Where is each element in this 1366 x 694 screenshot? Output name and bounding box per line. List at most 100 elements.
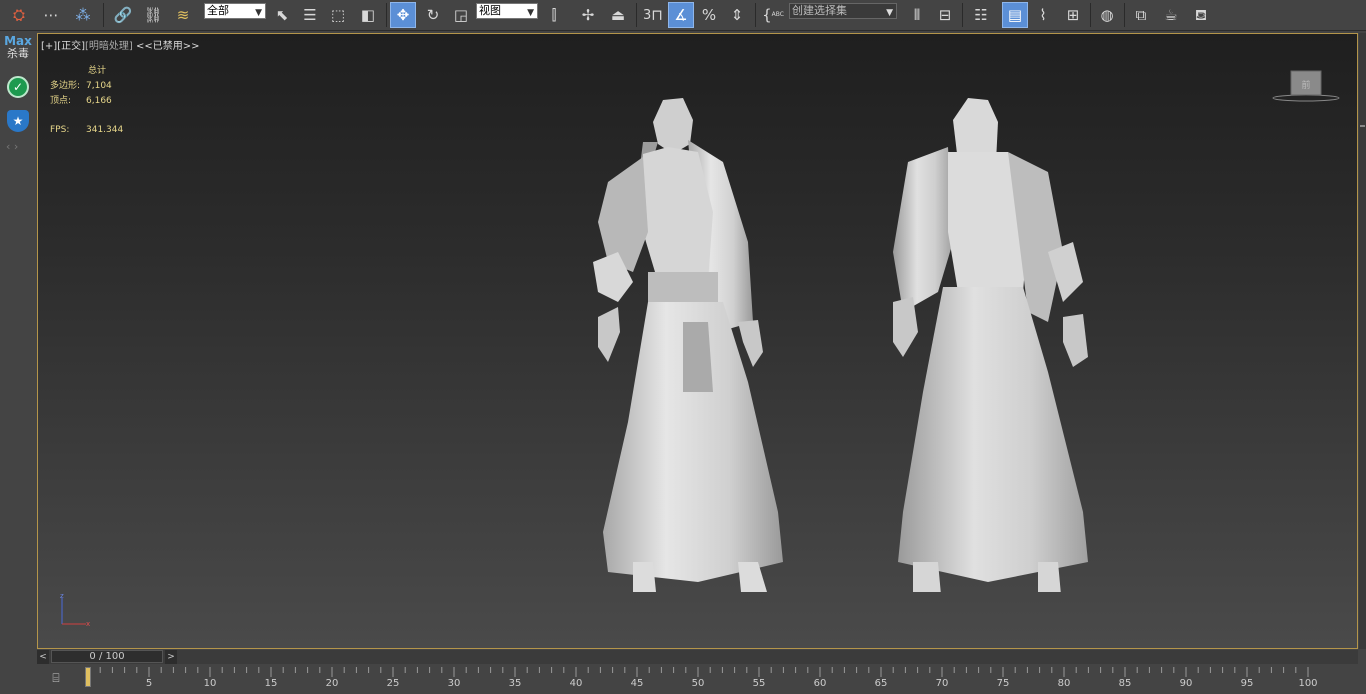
polys-label: 多边形: xyxy=(50,81,81,91)
verts-value: 6,166 xyxy=(86,96,112,106)
verts-label: 顶点: xyxy=(50,96,72,106)
left-command-bar: Max 杀毒 ✓ ★ ‹ › xyxy=(0,31,36,661)
ruler-tick-label: 5 xyxy=(145,678,153,689)
select-and-rotate-icon[interactable]: ↻ xyxy=(420,2,446,28)
viewport-shading-menu[interactable]: [明暗处理] xyxy=(85,41,133,52)
character-front-view[interactable] xyxy=(593,98,783,592)
ruler-tick-label: 35 xyxy=(508,678,522,689)
pivot-center-icon[interactable]: ⫿ xyxy=(541,2,567,28)
angle-snap-icon[interactable]: ∡ xyxy=(668,2,694,28)
ruler-tick-label: 15 xyxy=(264,678,278,689)
logo-line2: 杀毒 xyxy=(7,47,29,60)
viewport-disabled-label[interactable]: <<已禁用>> xyxy=(136,41,200,52)
ruler-tick-label: 70 xyxy=(935,678,949,689)
character-models[interactable] xyxy=(548,92,1088,592)
time-slider-prev-button[interactable]: < xyxy=(37,650,49,664)
character-back-view[interactable] xyxy=(893,98,1088,592)
svg-text:x: x xyxy=(86,620,90,628)
named-selection-dropdown[interactable]: 创建选择集 ▼ xyxy=(789,3,897,19)
link-icon[interactable]: 🔗 xyxy=(110,2,136,28)
main-toolbar: ⛭ ⋯ ⁂ 🔗 ⛓ ≋ 全部 ▼ ⬉ ☰ ⬚ ◧ ✥ ↻ ◲ 视图 ▼ ⫿ ✢ … xyxy=(0,0,1366,31)
ruler-tick-label: 65 xyxy=(874,678,888,689)
reference-coordinate-dropdown[interactable]: 视图 ▼ xyxy=(476,3,538,19)
fps-label: FPS: xyxy=(50,125,70,135)
current-frame-marker[interactable] xyxy=(85,667,91,687)
time-slider[interactable]: < 0 / 100 > xyxy=(37,650,1358,664)
schematic-view-icon[interactable]: ⊞ xyxy=(1060,2,1086,28)
percent-snap-icon[interactable]: % xyxy=(696,2,722,28)
axis-tripod: z x xyxy=(60,592,90,628)
fps-value: 341.344 xyxy=(86,125,124,135)
frame-ruler[interactable]: 0510152025303540455055606570758085909510… xyxy=(82,665,1366,694)
select-object-icon[interactable]: ⬉ xyxy=(269,2,295,28)
window-crossing-icon[interactable]: ◧ xyxy=(355,2,381,28)
edit-named-selection-icon[interactable]: {ABC xyxy=(760,2,786,28)
ruler-tick-label: 60 xyxy=(813,678,827,689)
bind-spacewarp-icon[interactable]: ≋ xyxy=(170,2,196,28)
curve-editor-icon[interactable]: ⌇ xyxy=(1030,2,1056,28)
polys-value: 7,104 xyxy=(86,81,112,91)
viewport-view-menu[interactable]: [正交] xyxy=(57,41,85,52)
chevron-down-icon: ▼ xyxy=(886,8,893,18)
ruler-tick-label: 40 xyxy=(569,678,583,689)
collapse-arrows-icon[interactable]: ‹ › xyxy=(6,140,18,153)
selection-filter-dropdown[interactable]: 全部 ▼ xyxy=(204,3,266,19)
time-slider-next-button[interactable]: > xyxy=(165,650,177,664)
viewcube-face-label: 前 xyxy=(1301,79,1310,91)
mirror-icon[interactable]: ⫴ xyxy=(904,2,930,28)
time-slider-thumb[interactable]: 0 / 100 xyxy=(51,650,163,663)
material-editor-icon[interactable]: ◍ xyxy=(1094,2,1120,28)
chevron-down-icon: ▼ xyxy=(255,8,262,18)
scene-statistics: 总计 多边形: 7,104 顶点: 6,166 FPS: 341.344 xyxy=(50,64,123,138)
rectangular-selection-icon[interactable]: ⬚ xyxy=(325,2,351,28)
svg-text:z: z xyxy=(60,592,64,600)
mini-curve-editor-icon[interactable]: ⌸ xyxy=(46,669,66,687)
shield-scan-icon[interactable]: ✓ xyxy=(7,76,29,98)
ruler-tick-label: 25 xyxy=(386,678,400,689)
ruler-tick-label: 75 xyxy=(996,678,1010,689)
stats-header: 总计 xyxy=(88,66,107,76)
ruler-tick-label: 45 xyxy=(630,678,644,689)
select-manipulate-icon[interactable]: ✢ xyxy=(575,2,601,28)
render-setup-icon[interactable]: ⧉ xyxy=(1128,2,1154,28)
spinner-snap-icon[interactable]: ⇕ xyxy=(724,2,750,28)
align-icon[interactable]: ⊟ xyxy=(932,2,958,28)
front-viewport[interactable]: [+][正交][明暗处理] <<已禁用>> 总计 多边形: 7,104 顶点: 6,… xyxy=(37,33,1358,649)
ruler-tick-label: 50 xyxy=(691,678,705,689)
snaps-toggle-icon[interactable]: 3 ⊓ xyxy=(640,2,666,28)
ruler-tick-label: 85 xyxy=(1118,678,1132,689)
viewport-label[interactable]: [+][正交][明暗处理] <<已禁用>> xyxy=(41,37,200,52)
named-selection-placeholder: 创建选择集 xyxy=(792,4,847,17)
ruler-tick-label: 10 xyxy=(203,678,217,689)
rendered-frame-window-icon[interactable]: ☕ xyxy=(1158,2,1184,28)
selection-filter-value: 全部 xyxy=(207,4,229,17)
track-bar: ⌸ 05101520253035404550556065707580859095… xyxy=(0,665,1366,694)
shield-icon[interactable]: ★ xyxy=(7,110,29,132)
ruler-tick-label: 20 xyxy=(325,678,339,689)
ruler-tick-label: 30 xyxy=(447,678,461,689)
ruler-tick-label: 95 xyxy=(1240,678,1254,689)
redo-icon[interactable]: ⋯ xyxy=(38,2,64,28)
render-production-icon[interactable]: ⛾ xyxy=(1188,2,1214,28)
reference-coordinate-value: 视图 xyxy=(479,4,501,17)
ruler-tick-label: 80 xyxy=(1057,678,1071,689)
keyboard-shortcut-override-icon[interactable]: ⏏ xyxy=(605,2,631,28)
ruler-tick-label: 55 xyxy=(752,678,766,689)
viewport-menu-plus[interactable]: [+] xyxy=(41,41,57,52)
scene-explorer-icon[interactable]: ☷ xyxy=(968,2,994,28)
snap-number: 3 xyxy=(643,7,652,23)
undo-icon[interactable]: ⛭ xyxy=(6,2,32,28)
abc-label: ABC xyxy=(771,11,784,18)
select-and-move-icon[interactable]: ✥ xyxy=(390,2,416,28)
percent-snap-label: % xyxy=(701,5,717,24)
select-and-scale-icon[interactable]: ◲ xyxy=(448,2,474,28)
selection-cloud-icon[interactable]: ⁂ xyxy=(70,2,96,28)
ruler-tick-label: 100 xyxy=(1298,678,1318,689)
layer-explorer-icon[interactable]: ▤ xyxy=(1002,2,1028,28)
chevron-down-icon: ▼ xyxy=(527,8,534,18)
max-antivirus-logo[interactable]: Max 杀毒 xyxy=(3,35,33,60)
right-scroll-strip[interactable] xyxy=(1359,33,1366,649)
unlink-icon[interactable]: ⛓ xyxy=(140,2,166,28)
select-by-name-icon[interactable]: ☰ xyxy=(297,2,323,28)
viewcube[interactable]: 前 xyxy=(1271,68,1341,108)
